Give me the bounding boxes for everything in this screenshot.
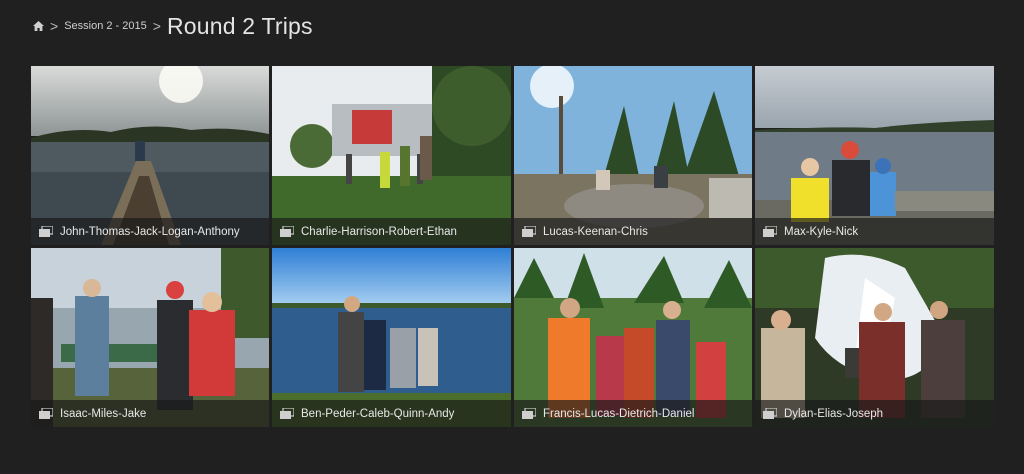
home-icon[interactable]: [33, 21, 44, 31]
album-caption: Max-Kyle-Nick: [755, 218, 994, 245]
album-tile-5[interactable]: Isaac-Miles-Jake: [31, 248, 269, 427]
album-title[interactable]: Francis-Lucas-Dietrich-Daniel: [543, 408, 694, 420]
breadcrumb-separator: >: [50, 18, 59, 34]
album-tile-3[interactable]: Lucas-Keenan-Chris: [514, 66, 752, 245]
album-icon: [280, 408, 294, 419]
breadcrumb-session-link[interactable]: Session 2 - 2015: [64, 20, 147, 32]
album-caption: Francis-Lucas-Dietrich-Daniel: [514, 400, 752, 427]
album-title[interactable]: Dylan-Elias-Joseph: [784, 408, 883, 420]
album-grid: John-Thomas-Jack-Logan-Anthony Charlie-H…: [31, 66, 994, 427]
album-caption: John-Thomas-Jack-Logan-Anthony: [31, 218, 269, 245]
album-icon: [522, 408, 536, 419]
album-tile-8[interactable]: Dylan-Elias-Joseph: [755, 248, 994, 427]
album-tile-6[interactable]: Ben-Peder-Caleb-Quinn-Andy: [272, 248, 511, 427]
album-tile-1[interactable]: John-Thomas-Jack-Logan-Anthony: [31, 66, 269, 245]
album-icon: [39, 226, 53, 237]
album-title[interactable]: Lucas-Keenan-Chris: [543, 226, 648, 238]
album-tile-7[interactable]: Francis-Lucas-Dietrich-Daniel: [514, 248, 752, 427]
album-caption: Dylan-Elias-Joseph: [755, 400, 994, 427]
album-caption: Ben-Peder-Caleb-Quinn-Andy: [272, 400, 511, 427]
breadcrumb: > Session 2 - 2015 > Round 2 Trips: [33, 12, 313, 40]
album-caption: Isaac-Miles-Jake: [31, 400, 269, 427]
album-icon: [280, 226, 294, 237]
album-title[interactable]: Isaac-Miles-Jake: [60, 408, 146, 420]
album-icon: [39, 408, 53, 419]
album-caption: Charlie-Harrison-Robert-Ethan: [272, 218, 511, 245]
page-title: Round 2 Trips: [166, 12, 313, 39]
album-icon: [763, 408, 777, 419]
album-tile-2[interactable]: Charlie-Harrison-Robert-Ethan: [272, 66, 511, 245]
album-tile-4[interactable]: Max-Kyle-Nick: [755, 66, 994, 245]
album-title[interactable]: Charlie-Harrison-Robert-Ethan: [301, 226, 457, 238]
album-title[interactable]: Ben-Peder-Caleb-Quinn-Andy: [301, 408, 454, 420]
breadcrumb-separator: >: [152, 18, 161, 34]
album-caption: Lucas-Keenan-Chris: [514, 218, 752, 245]
album-title[interactable]: John-Thomas-Jack-Logan-Anthony: [60, 226, 240, 238]
album-icon: [522, 226, 536, 237]
album-icon: [763, 226, 777, 237]
album-title[interactable]: Max-Kyle-Nick: [784, 226, 858, 238]
